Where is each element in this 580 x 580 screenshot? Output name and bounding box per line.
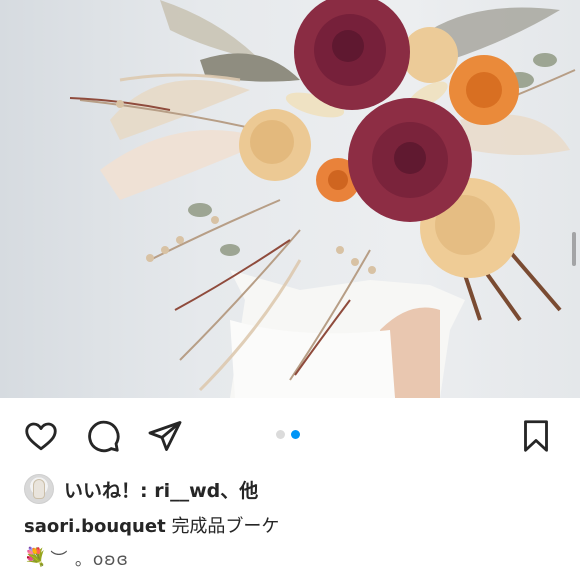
instagram-post-screen: いいね！: ri__wd、他 saori.bouquet 完成品ブーケ 💐 ︶ … — [0, 0, 580, 580]
comment-icon[interactable] — [83, 416, 123, 456]
post-caption: saori.bouquet 完成品ブーケ — [24, 512, 279, 538]
likes-suffix[interactable]: 、他 — [220, 480, 258, 502]
post-actions-bar — [0, 398, 580, 472]
carousel-dot-1 — [276, 430, 285, 439]
likes-text[interactable]: いいね！: ri__wd、他 — [64, 476, 258, 503]
post-caption-line-2: 💐 ︶ 。oʚɞ — [24, 545, 129, 570]
post-photo[interactable] — [0, 0, 580, 398]
bouquet-emoji-icon: 💐 — [24, 547, 47, 568]
caption-decoration: ︶ 。oʚɞ — [50, 550, 129, 570]
caption-username[interactable]: saori.bouquet — [24, 516, 166, 537]
liker-avatar[interactable] — [24, 474, 54, 504]
avatar-figure — [34, 480, 44, 498]
likes-prefix: いいね！: — [64, 479, 155, 502]
send-icon[interactable] — [145, 416, 185, 456]
likes-row[interactable]: いいね！: ri__wd、他 — [24, 474, 258, 504]
heart-icon[interactable] — [21, 416, 61, 456]
carousel-dot-2-active — [291, 430, 300, 439]
caption-text: 完成品ブーケ — [171, 516, 280, 537]
bookmark-icon[interactable] — [516, 416, 556, 456]
liker-username[interactable]: ri__wd — [154, 480, 220, 502]
carousel-indicator — [276, 430, 300, 439]
bouquet-illustration — [69, 0, 576, 398]
scroll-indicator[interactable] — [572, 232, 576, 266]
